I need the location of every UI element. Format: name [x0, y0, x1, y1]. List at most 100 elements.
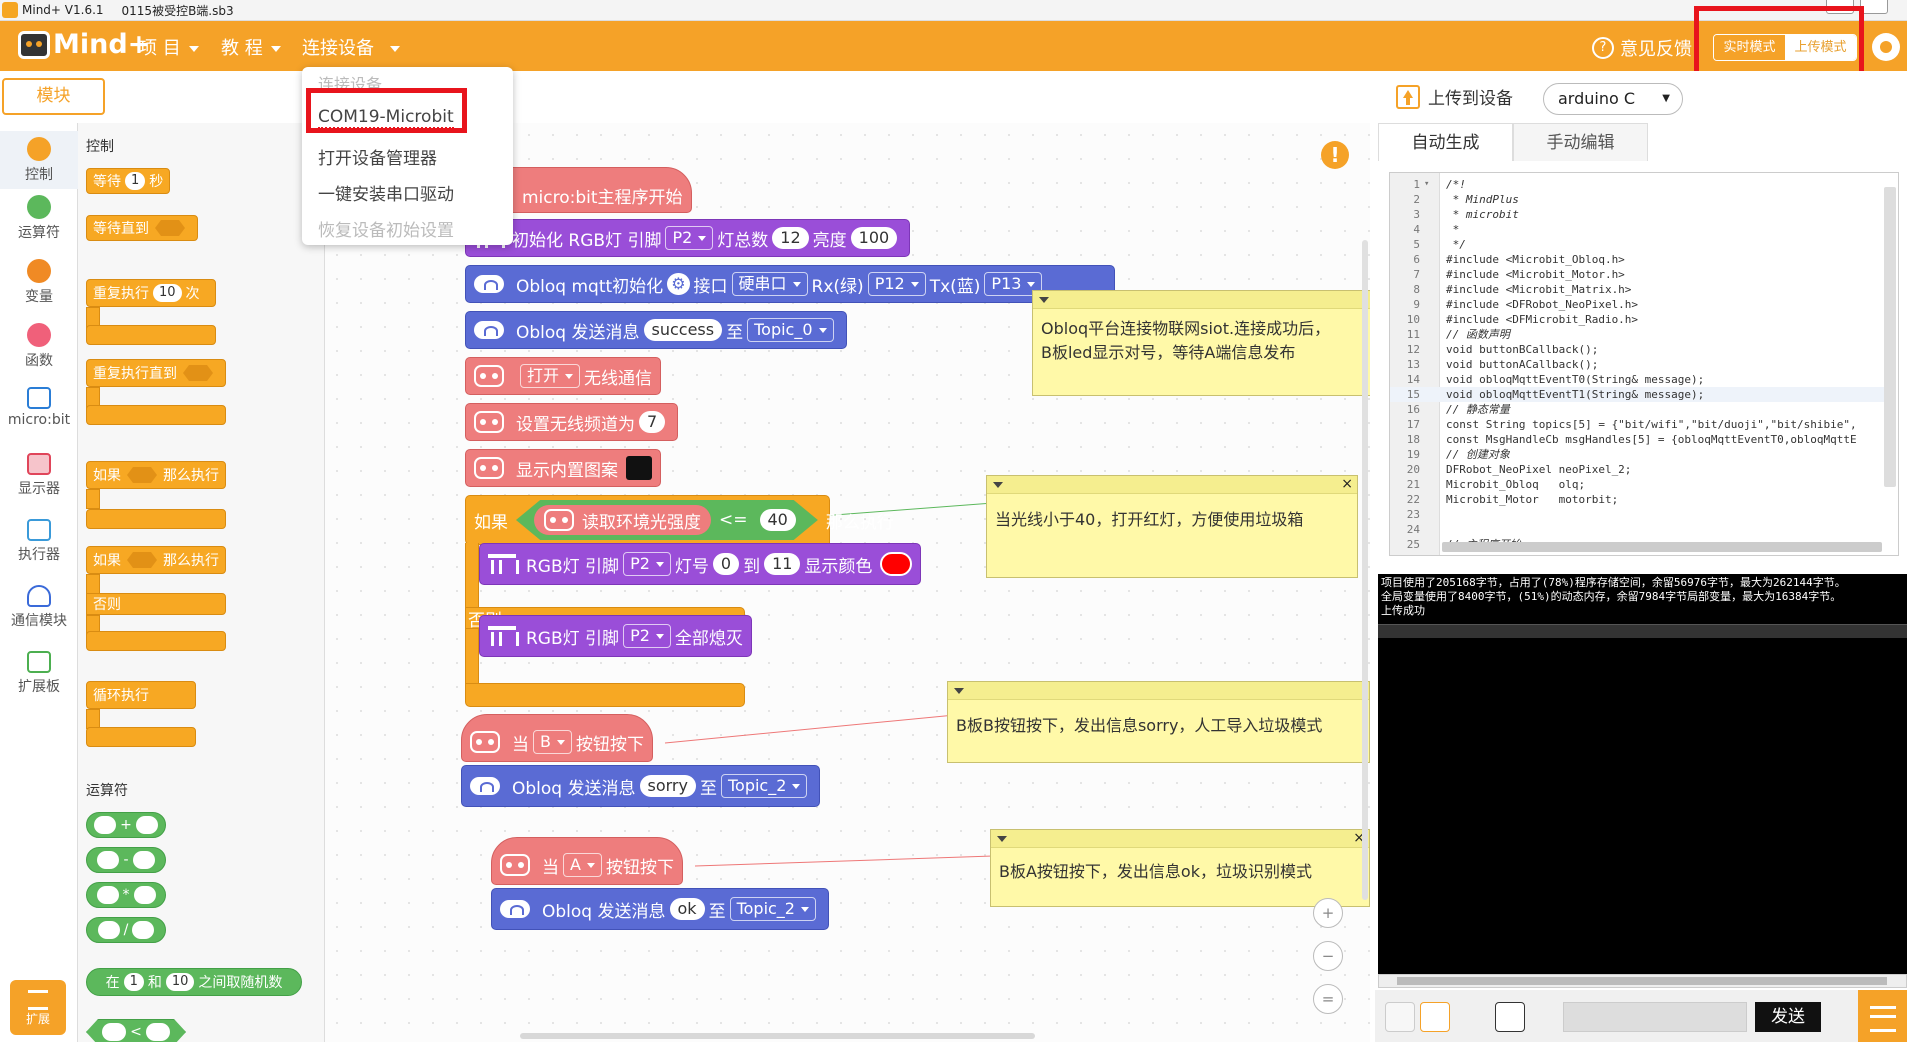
scan-icon[interactable]: [1420, 1002, 1450, 1032]
palette-repeat-until-block[interactable]: 重复执行直到: [86, 359, 226, 387]
category-functions[interactable]: 函数: [0, 323, 78, 370]
feedback-button[interactable]: ? 意见反馈: [1592, 35, 1692, 61]
topic-dropdown[interactable]: Topic_2: [729, 897, 816, 921]
if-else-block[interactable]: 如果 读取环境光强度 <= 40 那么执行: [465, 495, 894, 545]
modules-tab[interactable]: 模块: [2, 78, 105, 115]
category-microbit[interactable]: micro:bit: [0, 387, 78, 428]
button-dropdown[interactable]: B: [533, 730, 572, 754]
topic-dropdown[interactable]: Topic_2: [720, 774, 808, 798]
message-input[interactable]: ok: [669, 898, 705, 920]
menu-connect-device[interactable]: 连接设备: [302, 34, 400, 60]
dropdown-item-install-driver[interactable]: 一键安装串口驱动: [318, 180, 454, 205]
settings-gear-icon[interactable]: ⚙: [667, 273, 690, 295]
obloq-send-success-block[interactable]: Obloq 发送消息 success 至 Topic_0: [465, 311, 847, 349]
serial-console[interactable]: 项目使用了205168字节，占用了(78%)程序存储空间，余留56976字节，最…: [1378, 574, 1907, 974]
palette-forever-block[interactable]: 循环执行: [86, 681, 196, 709]
category-communication[interactable]: 通信模块: [0, 585, 78, 630]
dropdown-item-device-manager[interactable]: 打开设备管理器: [318, 144, 437, 169]
init-rgb-block[interactable]: 初始化 RGB灯 引脚 P2 灯总数 12 亮度 100: [465, 219, 911, 257]
comment-header[interactable]: ×: [991, 830, 1369, 848]
comment-note[interactable]: Obloq平台连接物联网siot.连接成功后， B板led显示对号，等待A端信息…: [1032, 290, 1370, 396]
when-button-b-block[interactable]: 当 B 按钮按下: [461, 714, 653, 762]
palette-random-block[interactable]: 在 1 和 10 之间取随机数: [86, 968, 302, 996]
category-expansion-board[interactable]: 扩展板: [0, 651, 78, 696]
script-workspace[interactable]: micro:bit主程序开始 初始化 RGB灯 引脚 P2 灯总数 12 亮度 …: [325, 123, 1370, 1042]
radio-channel-block[interactable]: 设置无线频道为 7: [465, 403, 679, 441]
message-input[interactable]: sorry: [639, 775, 696, 797]
console-horizontal-scrollbar[interactable]: [1378, 974, 1907, 988]
obloq-send-ok-block[interactable]: Obloq 发送消息 ok 至 Topic_2: [491, 888, 829, 930]
palette-wait-until-block[interactable]: 等待直到: [86, 215, 198, 241]
menu-project[interactable]: 项 目: [139, 34, 199, 60]
led-count-input[interactable]: 12: [772, 227, 809, 249]
comment-header[interactable]: [948, 682, 1369, 700]
workspace-vertical-scrollbar[interactable]: [1362, 240, 1368, 900]
obloq-send-sorry-block[interactable]: Obloq 发送消息 sorry 至 Topic_2: [461, 765, 821, 807]
category-variables[interactable]: 变量: [0, 259, 78, 306]
gear-icon[interactable]: [1872, 33, 1900, 61]
radio-toggle-block[interactable]: 打开 无线通信: [465, 357, 662, 395]
comment-header[interactable]: ×: [987, 476, 1357, 494]
language-select[interactable]: arduino C ▼: [1543, 83, 1683, 115]
send-button[interactable]: 发送: [1755, 1002, 1821, 1032]
image-picker[interactable]: [626, 456, 652, 480]
from-index-input[interactable]: 0: [712, 553, 740, 575]
workspace-horizontal-scrollbar[interactable]: [520, 1033, 1035, 1039]
tab-manual-edit[interactable]: 手动编辑: [1513, 123, 1648, 161]
palette-add-block[interactable]: +: [86, 812, 166, 838]
palette-multiply-block[interactable]: *: [86, 882, 166, 908]
category-control[interactable]: 控制: [0, 131, 78, 189]
warning-icon[interactable]: !: [1321, 141, 1349, 169]
zoom-out-icon[interactable]: −: [1313, 941, 1343, 971]
zoom-reset-icon[interactable]: =: [1313, 984, 1343, 1014]
compare-condition[interactable]: 读取环境光强度 <= 40: [516, 500, 818, 540]
show-builtin-image-block[interactable]: 显示内置图案: [465, 449, 661, 487]
pin-dropdown[interactable]: P2: [623, 624, 671, 648]
comment-note[interactable]: × 当光线小于40，打开红灯，方便使用垃圾箱: [986, 475, 1358, 578]
palette-wait-block[interactable]: 等待 1 秒: [86, 168, 171, 194]
palette-if-else-block[interactable]: 如果 那么执行: [86, 546, 226, 574]
maximize-button[interactable]: [1860, 0, 1888, 14]
pin-dropdown[interactable]: P2: [665, 226, 714, 250]
rx-pin-dropdown[interactable]: P12: [867, 272, 926, 296]
button-dropdown[interactable]: A: [563, 853, 602, 877]
category-display[interactable]: 显示器: [0, 453, 78, 498]
comment-note[interactable]: B板B按钮按下，发出信息sorry，人工导入垃圾模式: [947, 681, 1370, 763]
code-editor[interactable]: 1 ▾/*! 2 * MindPlus 3 * microbit 4 * 5 */6 #in…: [1389, 172, 1899, 556]
to-index-input[interactable]: 11: [764, 553, 801, 575]
upload-to-device-button[interactable]: 上传到设备: [1396, 84, 1513, 109]
comment-note[interactable]: × B板A按钮按下，发出信息ok，垃圾识别模式: [990, 829, 1370, 907]
category-operators[interactable]: 运算符: [0, 195, 78, 242]
topic-dropdown[interactable]: Topic_0: [747, 318, 834, 342]
palette-subtract-block[interactable]: -: [86, 847, 166, 873]
obloq-init-block[interactable]: Obloq mqtt初始化 ⚙ 接口 硬串口 Rx(绿) P12 Tx(蓝) P…: [465, 265, 1115, 303]
light-sensor-reporter[interactable]: 读取环境光强度: [534, 505, 711, 535]
channel-input[interactable]: 7: [639, 411, 666, 433]
extension-button[interactable]: 扩展: [10, 980, 66, 1035]
close-icon[interactable]: ×: [1341, 476, 1353, 492]
zoom-in-icon[interactable]: +: [1313, 898, 1343, 928]
category-actuators[interactable]: 执行器: [0, 519, 78, 564]
serial-send-input[interactable]: [1563, 1002, 1747, 1032]
palette-repeat-block[interactable]: 重复执行 10 次: [86, 279, 216, 307]
tab-auto-generate[interactable]: 自动生成: [1378, 123, 1513, 161]
pin-dropdown[interactable]: P2: [623, 552, 671, 576]
color-picker[interactable]: [880, 552, 913, 576]
port-dropdown[interactable]: 硬串口: [731, 272, 808, 296]
palette-less-than-block[interactable]: <: [86, 1019, 186, 1042]
radio-state-dropdown[interactable]: 打开: [520, 364, 581, 388]
eraser-icon[interactable]: [1495, 1002, 1525, 1032]
rgb-all-off-block[interactable]: RGB灯 引脚 P2 全部熄灭: [479, 615, 752, 657]
usb-icon[interactable]: [1385, 1002, 1415, 1032]
list-icon[interactable]: [1858, 990, 1907, 1042]
rgb-range-color-block[interactable]: RGB灯 引脚 P2 灯号 0 到 11 显示颜色: [479, 543, 922, 585]
code-vertical-scrollbar[interactable]: [1884, 187, 1896, 487]
brightness-input[interactable]: 100: [850, 227, 898, 249]
palette-if-block[interactable]: 如果 那么执行: [86, 461, 226, 489]
code-horizontal-scrollbar[interactable]: [1442, 542, 1882, 552]
comment-header[interactable]: [1033, 291, 1370, 309]
threshold-input[interactable]: 40: [759, 509, 796, 531]
menu-tutorial[interactable]: 教 程: [221, 34, 281, 60]
when-button-a-block[interactable]: 当 A 按钮按下: [491, 837, 683, 885]
palette-divide-block[interactable]: /: [86, 917, 166, 943]
